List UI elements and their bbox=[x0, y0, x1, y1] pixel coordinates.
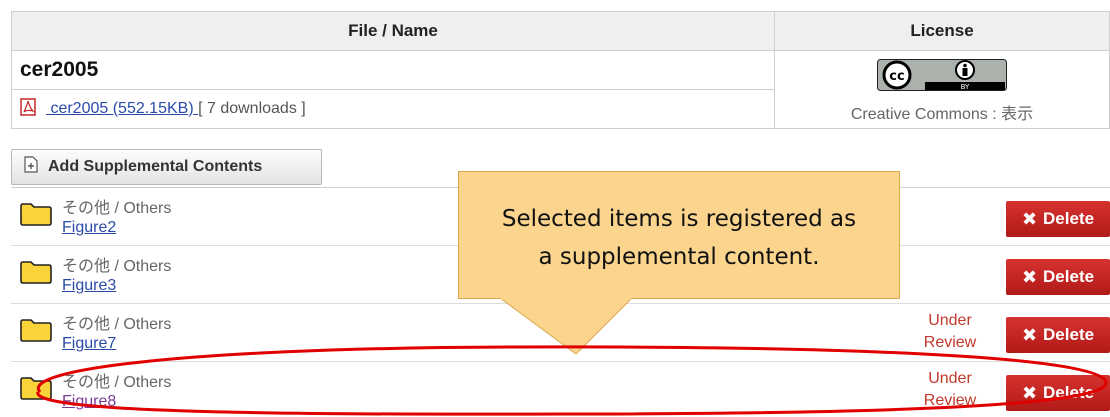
delete-label: Delete bbox=[1043, 209, 1095, 228]
supplement-category: その他 / Others bbox=[62, 258, 172, 275]
svg-text:BY: BY bbox=[961, 83, 970, 91]
download-count: [ 7 downloads ] bbox=[198, 99, 306, 117]
add-supplemental-contents-button[interactable]: Add Supplemental Contents bbox=[11, 149, 322, 185]
delete-button[interactable]: ✖ Delete bbox=[1006, 375, 1110, 411]
svg-text:cc: cc bbox=[889, 69, 904, 84]
license-cell: cc BY Creative Commons : 表示 bbox=[774, 50, 1110, 129]
folder-icon bbox=[20, 376, 52, 405]
folder-icon bbox=[20, 202, 52, 231]
close-icon: ✖ bbox=[1021, 382, 1038, 403]
license-text: Creative Commons : 表示 bbox=[850, 106, 1034, 123]
folder-icon bbox=[20, 260, 52, 289]
delete-button[interactable]: ✖ Delete bbox=[1006, 259, 1110, 295]
callout-line-2: a supplemental content. bbox=[538, 244, 820, 270]
add-supplemental-label: Add Supplemental Contents bbox=[48, 158, 263, 175]
pdf-icon bbox=[20, 97, 36, 121]
file-table: File / Name License cer2005 cc BY Creati… bbox=[11, 11, 1110, 129]
cc-by-icon[interactable]: cc BY bbox=[877, 59, 1007, 91]
file-download-link[interactable]: cer2005 (552.15KB) bbox=[46, 100, 198, 117]
close-icon: ✖ bbox=[1021, 266, 1038, 287]
folder-icon bbox=[20, 318, 52, 347]
supplement-link[interactable]: Figure3 bbox=[62, 277, 116, 295]
plus-document-icon bbox=[24, 156, 38, 178]
supplement-link[interactable]: Figure2 bbox=[62, 219, 116, 237]
supplement-link[interactable]: Figure7 bbox=[62, 335, 116, 353]
supplement-category: その他 / Others bbox=[62, 200, 172, 217]
annotation-callout: Selected items is registered as a supple… bbox=[458, 171, 900, 299]
delete-label: Delete bbox=[1043, 383, 1095, 402]
supplement-category: その他 / Others bbox=[62, 374, 172, 391]
column-header-file-name: File / Name bbox=[11, 11, 775, 51]
callout-pointer bbox=[500, 298, 633, 354]
status-badge: Under Review bbox=[923, 370, 977, 409]
supplement-category: その他 / Others bbox=[62, 316, 172, 333]
close-icon: ✖ bbox=[1021, 208, 1038, 229]
delete-label: Delete bbox=[1043, 267, 1095, 286]
status-badge: Under Review bbox=[923, 312, 977, 351]
list-item: その他 / Others Figure8 Under Review ✖ Delete bbox=[11, 362, 1110, 417]
delete-label: Delete bbox=[1043, 325, 1095, 344]
callout-line-1: Selected items is registered as bbox=[501, 206, 857, 232]
supplement-link[interactable]: Figure8 bbox=[62, 393, 116, 411]
column-header-license: License bbox=[774, 11, 1110, 51]
item-title: cer2005 bbox=[11, 50, 775, 90]
delete-button[interactable]: ✖ Delete bbox=[1006, 317, 1110, 353]
delete-button[interactable]: ✖ Delete bbox=[1006, 201, 1110, 237]
file-row: cer2005 (552.15KB) [ 7 downloads ] bbox=[11, 89, 775, 129]
close-icon: ✖ bbox=[1021, 324, 1038, 345]
